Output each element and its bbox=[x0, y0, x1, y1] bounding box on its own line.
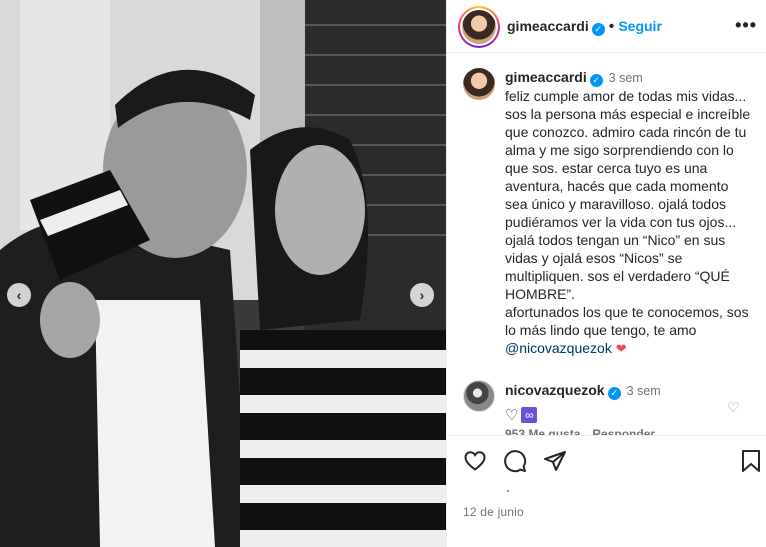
verified-badge-icon: ✓ bbox=[591, 23, 605, 36]
divider-dot bbox=[507, 490, 509, 492]
caption-username[interactable]: gimeaccardi bbox=[505, 69, 587, 85]
post-photo[interactable]: ‹ › bbox=[0, 0, 446, 547]
follow-button[interactable]: Seguir bbox=[618, 18, 662, 34]
post-panel: gimeaccardi ✓ • Seguir ••• gimeaccardi ✓ 3 se… bbox=[446, 0, 766, 547]
chevron-left-icon[interactable]: ‹ bbox=[7, 283, 31, 307]
caption-time[interactable]: 3 sem bbox=[609, 71, 643, 85]
heart-icon[interactable] bbox=[463, 449, 487, 478]
post-date[interactable]: 12 de junio bbox=[463, 505, 524, 519]
more-options-icon[interactable]: ••• bbox=[735, 15, 757, 36]
verified-badge-icon: ✓ bbox=[589, 74, 603, 87]
share-icon[interactable] bbox=[543, 449, 567, 478]
comment-avatar[interactable] bbox=[463, 380, 495, 412]
action-bar bbox=[447, 435, 766, 485]
header-user: gimeaccardi ✓ • Seguir bbox=[507, 18, 662, 36]
comment-time[interactable]: 3 sem bbox=[627, 384, 661, 398]
post-header: gimeaccardi ✓ • Seguir ••• bbox=[447, 0, 766, 53]
author-avatar[interactable] bbox=[458, 6, 500, 48]
comment: nicovazquezok ✓ 3 sem ♡ ∞ bbox=[505, 382, 725, 424]
chevron-right-icon[interactable]: › bbox=[410, 283, 434, 307]
caption-avatar[interactable] bbox=[463, 68, 495, 100]
comment-body: ♡ ∞ bbox=[505, 406, 725, 424]
caption-text: feliz cumple amor de todas mis vidas... … bbox=[505, 88, 751, 338]
bookmark-icon[interactable] bbox=[741, 449, 761, 478]
caption: gimeaccardi ✓ 3 sem feliz cumple amor de t… bbox=[505, 68, 753, 358]
white-heart-icon: ♡ bbox=[505, 407, 519, 424]
infinity-icon: ∞ bbox=[521, 407, 538, 423]
verified-badge-icon: ✓ bbox=[607, 387, 621, 400]
red-heart-icon: ❤ bbox=[615, 341, 627, 356]
author-username[interactable]: gimeaccardi bbox=[507, 18, 589, 34]
separator-dot: • bbox=[608, 18, 615, 35]
comment-like-heart-icon[interactable]: ♡ bbox=[727, 399, 740, 416]
photo-image bbox=[0, 0, 446, 547]
comment-username[interactable]: nicovazquezok bbox=[505, 382, 605, 398]
mention-link[interactable]: @nicovazquezok bbox=[505, 340, 612, 356]
comment-icon[interactable] bbox=[503, 449, 527, 478]
